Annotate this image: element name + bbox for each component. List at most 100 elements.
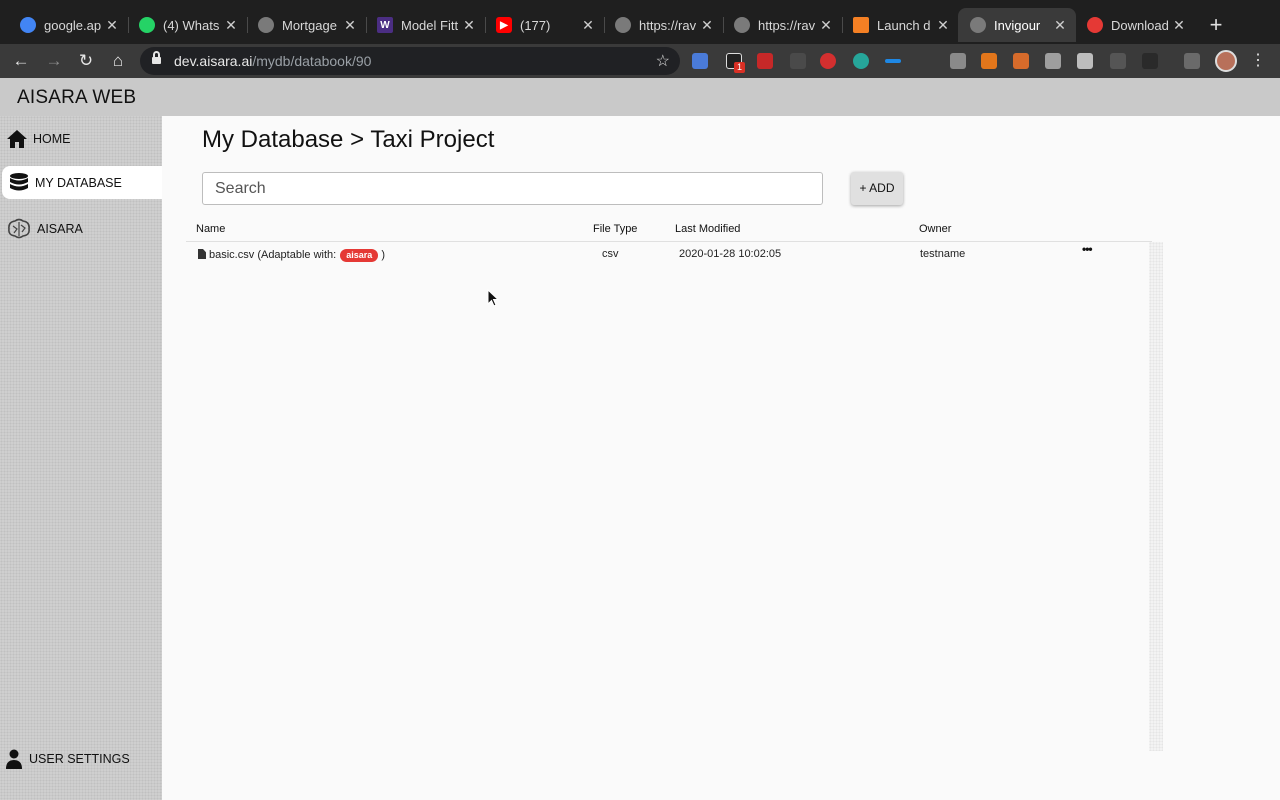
- close-icon[interactable]: ✕: [818, 17, 834, 34]
- browser-tab[interactable]: (4) Whats ✕: [127, 8, 248, 42]
- profile-avatar[interactable]: [1215, 50, 1237, 72]
- browser-tab[interactable]: ▶ (177) ✕: [484, 8, 605, 42]
- forward-icon[interactable]: →: [43, 50, 65, 72]
- lock-icon: [152, 51, 161, 65]
- tab-title: Invigour: [994, 17, 1041, 33]
- browser-tab[interactable]: https://rav ✕: [603, 8, 724, 42]
- row-menu-icon[interactable]: •••: [1082, 242, 1093, 256]
- search-input[interactable]: [202, 172, 823, 205]
- browser-tab[interactable]: https://rav ✕: [722, 8, 843, 42]
- owner-cell: testname: [920, 248, 966, 260]
- whatsapp-icon: [139, 17, 155, 33]
- sidebar: HOME MY DATABASE AISARA USER SETTINGS: [0, 116, 162, 800]
- database-icon: [8, 172, 30, 194]
- file-name: basic.csv: [209, 249, 255, 261]
- image-extension-icon[interactable]: [1077, 53, 1093, 69]
- browser-tab-active[interactable]: Invigour ✕: [958, 8, 1076, 42]
- globe-icon: [258, 17, 274, 33]
- bookmark-star-icon[interactable]: ☆: [656, 51, 670, 71]
- table-row[interactable]: basic.csv (Adaptable with: aisara ) csv …: [186, 242, 1152, 266]
- extension-badge: 1: [734, 62, 746, 73]
- tab-title: google.ap: [44, 17, 102, 33]
- close-icon[interactable]: ✕: [461, 17, 477, 34]
- column-header-owner[interactable]: Owner: [919, 223, 951, 235]
- page-title: My Database > Taxi Project: [202, 126, 495, 153]
- m-extension-icon[interactable]: [853, 53, 869, 69]
- tab-title: https://rav: [758, 17, 816, 33]
- uw-logo-icon: W: [377, 17, 393, 33]
- browser-tab[interactable]: Download ✕: [1075, 8, 1195, 42]
- browser-tab-strip: google.ap ✕ (4) Whats ✕ Mortgage ✕ W Mod…: [0, 0, 1280, 44]
- tv-extension-icon[interactable]: [1013, 53, 1029, 69]
- drive-icon[interactable]: [950, 53, 966, 69]
- media-control-icon[interactable]: [1184, 53, 1200, 69]
- column-header-file-type[interactable]: File Type: [593, 223, 637, 235]
- main-content: My Database > Taxi Project + ADD Name Fi…: [162, 116, 1280, 800]
- close-icon[interactable]: ✕: [935, 17, 951, 34]
- browser-tab[interactable]: google.ap ✕: [8, 8, 129, 42]
- tab-title: (4) Whats: [163, 17, 220, 33]
- new-tab-button[interactable]: +: [1204, 14, 1228, 38]
- table-scrollbar[interactable]: [1149, 242, 1163, 751]
- google-translate-icon[interactable]: [692, 53, 708, 69]
- column-header-last-modified[interactable]: Last Modified: [675, 223, 740, 235]
- tab-title: https://rav: [639, 17, 697, 33]
- sidebar-item-aisara[interactable]: AISARA: [0, 212, 162, 245]
- model-badge: aisara: [340, 249, 379, 262]
- file-icon: [198, 249, 206, 259]
- url-text[interactable]: dev.aisara.ai/mydb/databook/90: [174, 53, 371, 69]
- adaptable-prefix: (Adaptable with:: [257, 249, 337, 261]
- css-extension-icon[interactable]: [790, 53, 806, 69]
- brain-icon: [6, 218, 32, 240]
- close-icon[interactable]: ✕: [580, 17, 596, 34]
- user-icon: [6, 748, 22, 770]
- download-site-icon: [1087, 17, 1103, 33]
- globe-icon: [970, 17, 986, 33]
- close-icon[interactable]: ✕: [342, 17, 358, 34]
- file-type-cell: csv: [602, 248, 619, 260]
- browser-tab[interactable]: Mortgage ✕: [246, 8, 367, 42]
- lastpass-icon[interactable]: [757, 53, 773, 69]
- address-bar[interactable]: dev.aisara.ai/mydb/databook/90 ☆: [140, 47, 680, 75]
- add-button[interactable]: + ADD: [851, 172, 903, 205]
- home-icon: [6, 128, 28, 150]
- arrow-extension-icon[interactable]: [1142, 53, 1158, 69]
- tab-title: Download: [1111, 17, 1169, 33]
- close-icon[interactable]: ✕: [1052, 17, 1068, 34]
- file-name-cell[interactable]: basic.csv (Adaptable with: aisara ): [198, 248, 385, 262]
- tab-title: Model Fitt: [401, 17, 459, 33]
- sidebar-item-label: HOME: [33, 131, 71, 146]
- sidebar-item-user-settings[interactable]: USER SETTINGS: [0, 742, 162, 775]
- metamask-icon[interactable]: [981, 53, 997, 69]
- mouse-cursor-icon: [487, 288, 500, 312]
- last-modified-cell: 2020-01-28 10:02:05: [679, 248, 782, 260]
- close-icon[interactable]: ✕: [699, 17, 715, 34]
- sidebar-item-my-database[interactable]: MY DATABASE: [2, 166, 162, 199]
- close-icon[interactable]: ✕: [104, 17, 120, 34]
- browser-menu-icon[interactable]: ⋮: [1250, 50, 1266, 72]
- sidebar-item-label: MY DATABASE: [35, 175, 122, 190]
- sidebar-item-home[interactable]: HOME: [0, 122, 162, 155]
- column-header-name[interactable]: Name: [196, 223, 225, 235]
- adaptable-suffix: ): [381, 249, 386, 261]
- tab-title: Launch d: [877, 17, 931, 33]
- close-icon[interactable]: ✕: [1171, 17, 1187, 34]
- close-icon[interactable]: ✕: [223, 17, 239, 34]
- sidebar-item-label: AISARA: [37, 221, 83, 236]
- browser-tab[interactable]: Launch d ✕: [841, 8, 959, 42]
- text-extension-icon[interactable]: [1110, 53, 1126, 69]
- browser-tab[interactable]: W Model Fitt ✕: [365, 8, 486, 42]
- globe-icon: [615, 17, 631, 33]
- table-header: Name File Type Last Modified Owner: [186, 218, 1152, 242]
- reload-icon[interactable]: ↻: [75, 50, 97, 72]
- adblock-icon[interactable]: [820, 53, 836, 69]
- dash-extension-icon[interactable]: [885, 59, 901, 63]
- google-cloud-icon: [20, 17, 36, 33]
- vue-devtools-icon[interactable]: [1045, 53, 1061, 69]
- home-button-icon[interactable]: ⌂: [107, 50, 129, 72]
- app-brand: AISARA WEB: [17, 87, 137, 108]
- back-icon[interactable]: ←: [10, 50, 32, 72]
- browser-toolbar: ← → ↻ ⌂ dev.aisara.ai/mydb/databook/90 ☆: [0, 44, 1280, 78]
- youtube-icon: ▶: [496, 17, 512, 33]
- sidebar-item-label: USER SETTINGS: [29, 751, 130, 766]
